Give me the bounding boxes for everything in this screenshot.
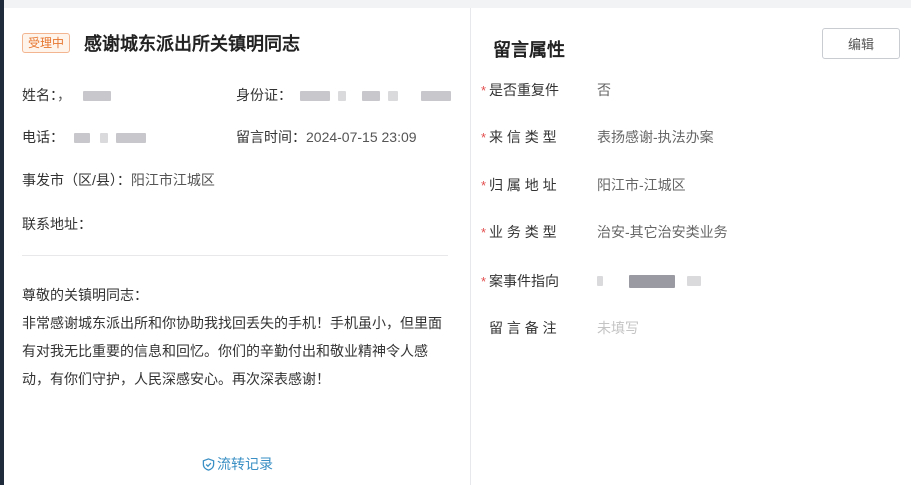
property-label: 是否重复件 bbox=[489, 82, 559, 98]
message-line: 有对我无比重要的信息和回忆。你们的辛勤付出和敬业精神令人感 bbox=[22, 343, 428, 359]
property-row-location: * 归 属 地 址 阳江市-江城区 bbox=[481, 175, 686, 195]
name-label: 姓名： bbox=[22, 87, 57, 103]
edit-button[interactable]: 编辑 bbox=[822, 28, 900, 59]
property-value: 否 bbox=[597, 82, 611, 98]
district-field: 事发市（区/县）：阳江市江城区 bbox=[22, 170, 215, 190]
property-label: 业 务 类 型 bbox=[489, 224, 557, 240]
idcard-redacted-3 bbox=[361, 91, 380, 102]
message-detail-panel: 受理中 感谢城东派出所关镇明同志 姓名：， 身份证： 电话： 留言时间：2024… bbox=[4, 8, 471, 485]
property-row-duplicate: * 是否重复件 否 bbox=[481, 80, 611, 100]
name-redacted bbox=[82, 91, 111, 102]
case-target-redacted-3 bbox=[687, 276, 701, 286]
property-value: 治安-其它治安类业务 bbox=[597, 224, 728, 240]
time-value: 2024-07-15 23:09 bbox=[306, 129, 417, 145]
idcard-label: 身份证： bbox=[236, 87, 292, 103]
name-field: 姓名：， bbox=[22, 85, 111, 105]
message-body: 尊敬的关镇明同志： 非常感谢城东派出所和你协助我找回丢失的手机！手机虽小，但里面… bbox=[22, 281, 452, 393]
property-label: 留 言 备 注 bbox=[489, 320, 557, 336]
phone-redacted-2 bbox=[99, 133, 108, 144]
required-mark: * bbox=[481, 224, 487, 240]
property-row-letter-type: * 来 信 类 型 表扬感谢-执法办案 bbox=[481, 127, 714, 147]
property-value: 表扬感谢-执法办案 bbox=[597, 129, 714, 145]
district-label: 事发市（区/县）： bbox=[22, 172, 131, 188]
address-field: 联系地址： bbox=[22, 214, 92, 234]
message-time-field: 留言时间：2024-07-15 23:09 bbox=[236, 127, 417, 147]
idcard-redacted-2 bbox=[337, 91, 346, 102]
case-target-redacted-1 bbox=[597, 276, 603, 286]
required-mark: * bbox=[481, 177, 487, 193]
property-label: 归 属 地 址 bbox=[489, 177, 557, 193]
message-line: 动，有你们守护，人民深感安心。再次深表感谢！ bbox=[22, 371, 330, 387]
name-prefix: ， bbox=[57, 87, 71, 103]
idcard-redacted-5 bbox=[421, 91, 452, 102]
history-link-label: 流转记录 bbox=[217, 456, 273, 472]
idcard-field: 身份证： bbox=[236, 85, 452, 105]
message-title: 感谢城东派出所关镇明同志 bbox=[84, 34, 301, 54]
history-link[interactable]: 流转记录 bbox=[202, 454, 273, 474]
message-line: 尊敬的关镇明同志： bbox=[22, 287, 148, 303]
property-row-business-type: * 业 务 类 型 治安-其它治安类业务 bbox=[481, 222, 728, 242]
property-row-case-target: * 案事件指向 bbox=[481, 271, 701, 291]
property-value: 未填写 bbox=[597, 320, 639, 336]
idcard-redacted-4 bbox=[387, 91, 398, 102]
property-label: 来 信 类 型 bbox=[489, 129, 557, 145]
message-line: 非常感谢城东派出所和你协助我找回丢失的手机！手机虽小，但里面 bbox=[22, 315, 442, 331]
required-mark: * bbox=[481, 129, 487, 145]
section-divider bbox=[22, 255, 448, 256]
required-mark: * bbox=[481, 273, 487, 289]
phone-field: 电话： bbox=[22, 127, 146, 147]
property-row-remark: 留 言 备 注 未填写 bbox=[481, 318, 639, 338]
case-target-redacted-2 bbox=[629, 274, 675, 288]
message-header: 受理中 感谢城东派出所关镇明同志 bbox=[22, 30, 300, 56]
district-value: 阳江市江城区 bbox=[130, 172, 215, 188]
property-label: 案事件指向 bbox=[489, 273, 559, 289]
phone-redacted-3 bbox=[115, 133, 146, 144]
property-value: 阳江市-江城区 bbox=[597, 177, 686, 193]
time-label: 留言时间： bbox=[236, 129, 306, 145]
status-badge: 受理中 bbox=[22, 33, 71, 53]
properties-title: 留言属性 bbox=[493, 40, 565, 60]
address-label: 联系地址： bbox=[22, 216, 92, 232]
required-mark: * bbox=[481, 82, 487, 98]
shield-icon bbox=[202, 457, 215, 471]
idcard-redacted-1 bbox=[299, 91, 330, 102]
phone-redacted-1 bbox=[73, 133, 90, 144]
phone-label: 电话： bbox=[22, 129, 64, 145]
properties-panel: 留言属性 编辑 * 是否重复件 否 * 来 信 类 型 表扬感谢-执法办案 * … bbox=[471, 8, 911, 485]
